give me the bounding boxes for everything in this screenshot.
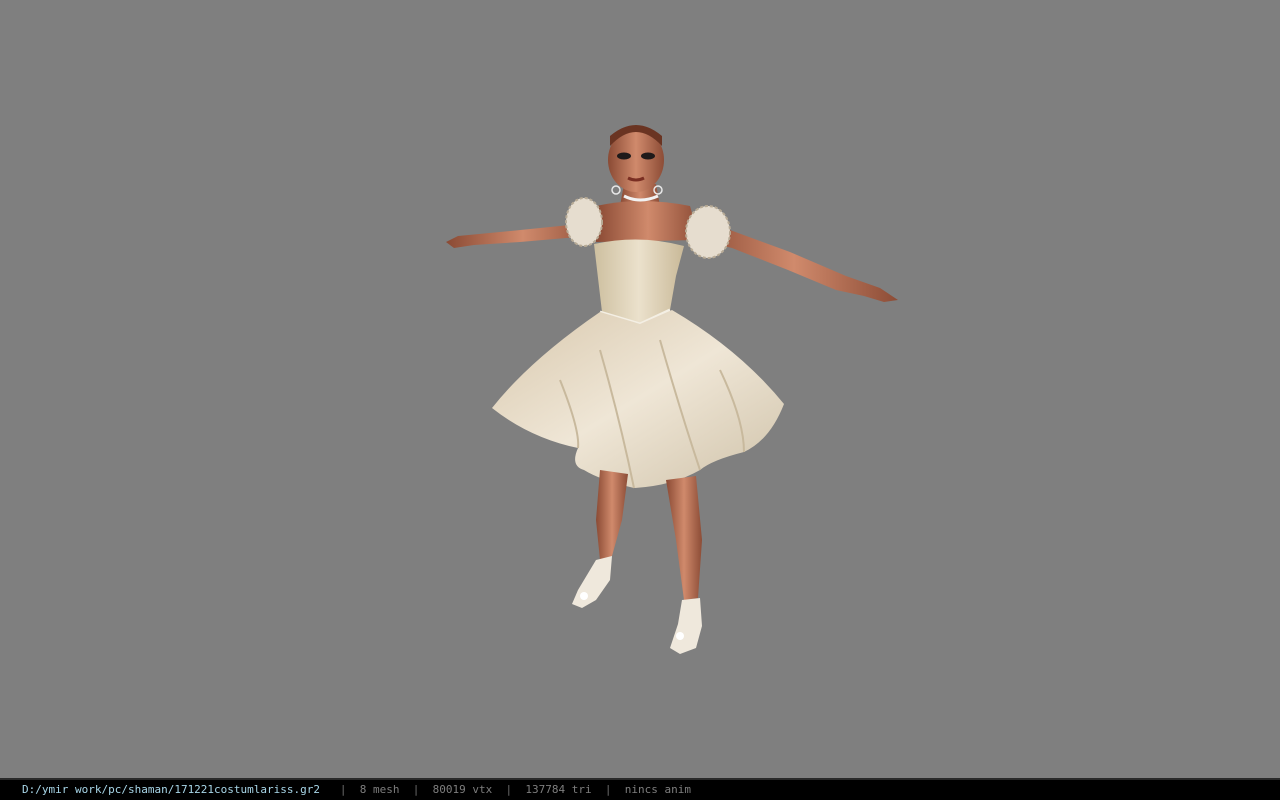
left-sleeve — [565, 197, 603, 247]
separator: | — [604, 783, 612, 796]
character-model — [446, 125, 898, 654]
right-shoe — [670, 598, 702, 654]
triangle-count: 137784 tri — [525, 783, 592, 796]
mesh-count: 8 mesh — [359, 783, 400, 796]
vertex-count: 80019 vtx — [432, 783, 493, 796]
status-bar: D:/ymir work/pc/shaman/171221costumlaris… — [0, 778, 1280, 800]
separator: | — [505, 783, 513, 796]
separator: | — [412, 783, 420, 796]
separator: | — [339, 783, 347, 796]
right-sleeve — [685, 205, 731, 259]
left-leg — [596, 470, 628, 560]
animation-status: nincs anim — [624, 783, 691, 796]
3d-viewport[interactable] — [0, 0, 1280, 778]
right-leg — [666, 476, 702, 600]
shoulders — [596, 201, 700, 242]
skirt — [492, 310, 784, 488]
file-path: D:/ymir work/pc/shaman/171221costumlaris… — [22, 783, 321, 796]
left-shoe — [572, 556, 612, 608]
